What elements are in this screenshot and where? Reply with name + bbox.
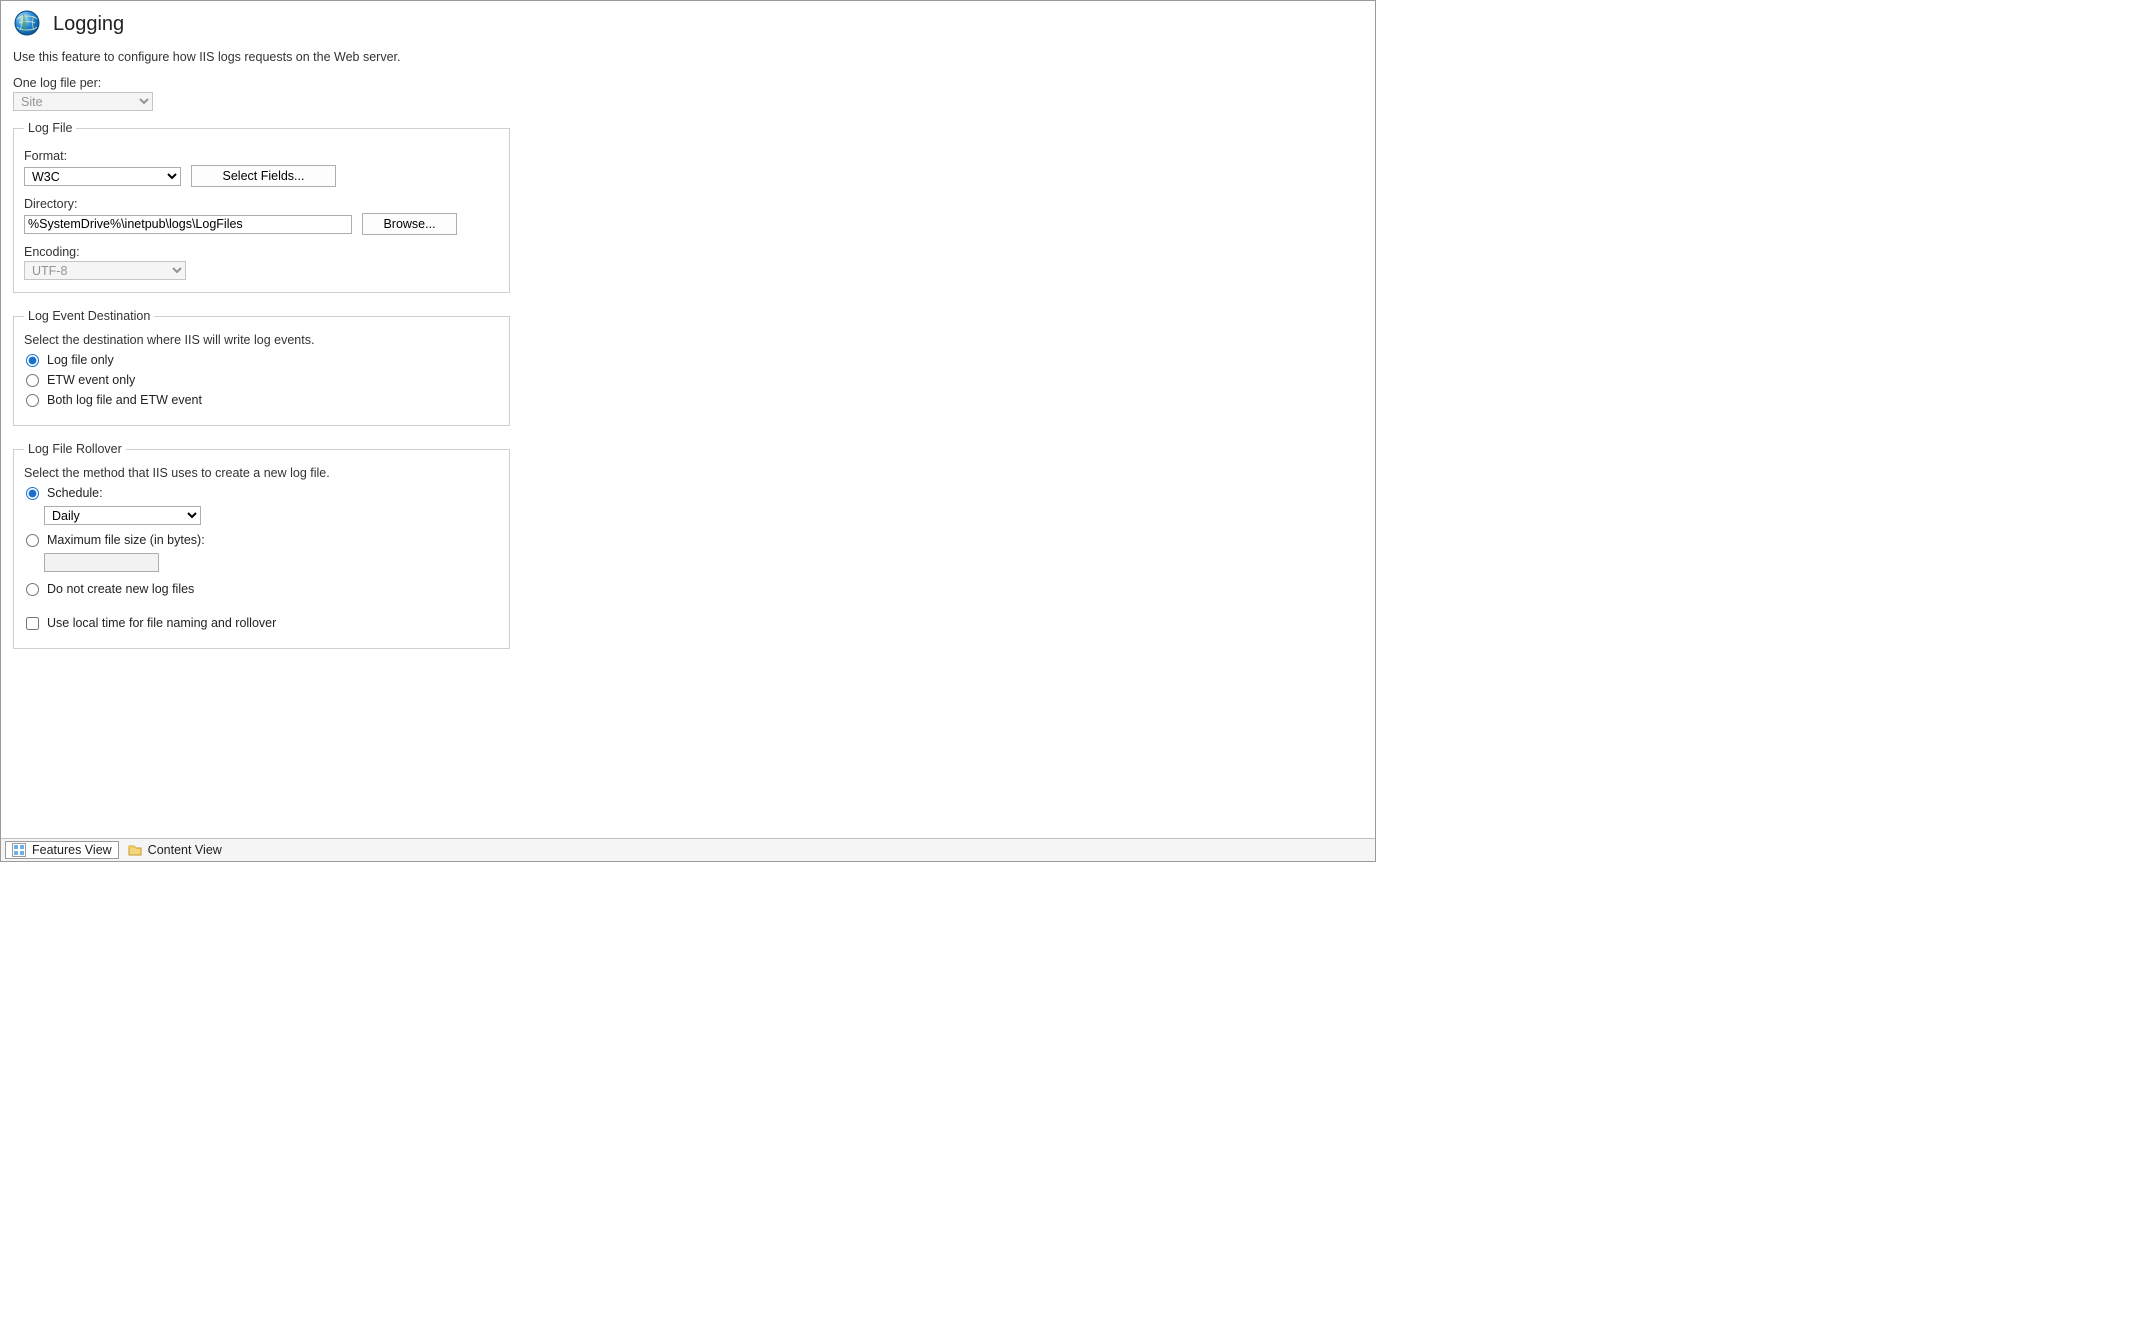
- radio-no-new-input[interactable]: [26, 583, 39, 596]
- radio-max-size-input[interactable]: [26, 534, 39, 547]
- rollover-description: Select the method that IIS uses to creat…: [24, 466, 499, 480]
- select-fields-button[interactable]: Select Fields...: [191, 165, 336, 187]
- radio-etw-only-input[interactable]: [26, 374, 39, 387]
- encoding-select: UTF-8: [24, 261, 186, 280]
- rollover-legend: Log File Rollover: [24, 442, 126, 456]
- one-log-file-per-label: One log file per:: [13, 76, 1363, 90]
- directory-label: Directory:: [24, 197, 499, 211]
- radio-both-label: Both log file and ETW event: [47, 393, 202, 407]
- radio-log-file-only[interactable]: Log file only: [26, 353, 497, 367]
- check-local-time-input[interactable]: [26, 617, 39, 630]
- content-view-icon: [128, 843, 142, 857]
- schedule-select[interactable]: Daily: [44, 506, 201, 525]
- logging-icon: [13, 9, 41, 40]
- radio-both[interactable]: Both log file and ETW event: [26, 393, 497, 407]
- tab-features-view-label: Features View: [32, 843, 112, 857]
- format-select[interactable]: W3C: [24, 167, 181, 186]
- tab-content-view[interactable]: Content View: [121, 841, 229, 859]
- log-file-group: Log File Format: W3C Select Fields... Di…: [13, 121, 510, 293]
- check-local-time-label: Use local time for file naming and rollo…: [47, 616, 276, 630]
- one-log-file-per-select: Site: [13, 92, 153, 111]
- log-file-rollover-group: Log File Rollover Select the method that…: [13, 442, 510, 649]
- radio-schedule-input[interactable]: [26, 487, 39, 500]
- check-local-time[interactable]: Use local time for file naming and rollo…: [26, 616, 497, 630]
- destination-description: Select the destination where IIS will wr…: [24, 333, 499, 347]
- max-size-input: [44, 553, 159, 572]
- browse-button[interactable]: Browse...: [362, 213, 457, 235]
- encoding-label: Encoding:: [24, 245, 499, 259]
- radio-log-file-only-input[interactable]: [26, 354, 39, 367]
- radio-etw-only-label: ETW event only: [47, 373, 135, 387]
- features-view-icon: [12, 843, 26, 857]
- radio-both-input[interactable]: [26, 394, 39, 407]
- log-file-legend: Log File: [24, 121, 76, 135]
- radio-no-new[interactable]: Do not create new log files: [26, 582, 497, 596]
- header: Logging: [13, 9, 1363, 40]
- destination-legend: Log Event Destination: [24, 309, 154, 323]
- radio-max-size-label: Maximum file size (in bytes):: [47, 533, 205, 547]
- radio-schedule-label: Schedule:: [47, 486, 103, 500]
- tab-content-view-label: Content View: [148, 843, 222, 857]
- radio-schedule[interactable]: Schedule:: [26, 486, 497, 500]
- page-title: Logging: [53, 13, 124, 36]
- radio-no-new-label: Do not create new log files: [47, 582, 194, 596]
- format-label: Format:: [24, 149, 499, 163]
- main-area: Logging Use this feature to configure ho…: [1, 1, 1375, 838]
- radio-log-file-only-label: Log file only: [47, 353, 114, 367]
- footer-tabs: Features View Content View: [1, 838, 1375, 861]
- directory-input[interactable]: [24, 215, 352, 234]
- tab-features-view[interactable]: Features View: [5, 841, 119, 859]
- radio-etw-only[interactable]: ETW event only: [26, 373, 497, 387]
- radio-max-size[interactable]: Maximum file size (in bytes):: [26, 533, 497, 547]
- logging-panel: Logging Use this feature to configure ho…: [0, 0, 1376, 862]
- log-event-destination-group: Log Event Destination Select the destina…: [13, 309, 510, 426]
- page-description: Use this feature to configure how IIS lo…: [13, 50, 1363, 64]
